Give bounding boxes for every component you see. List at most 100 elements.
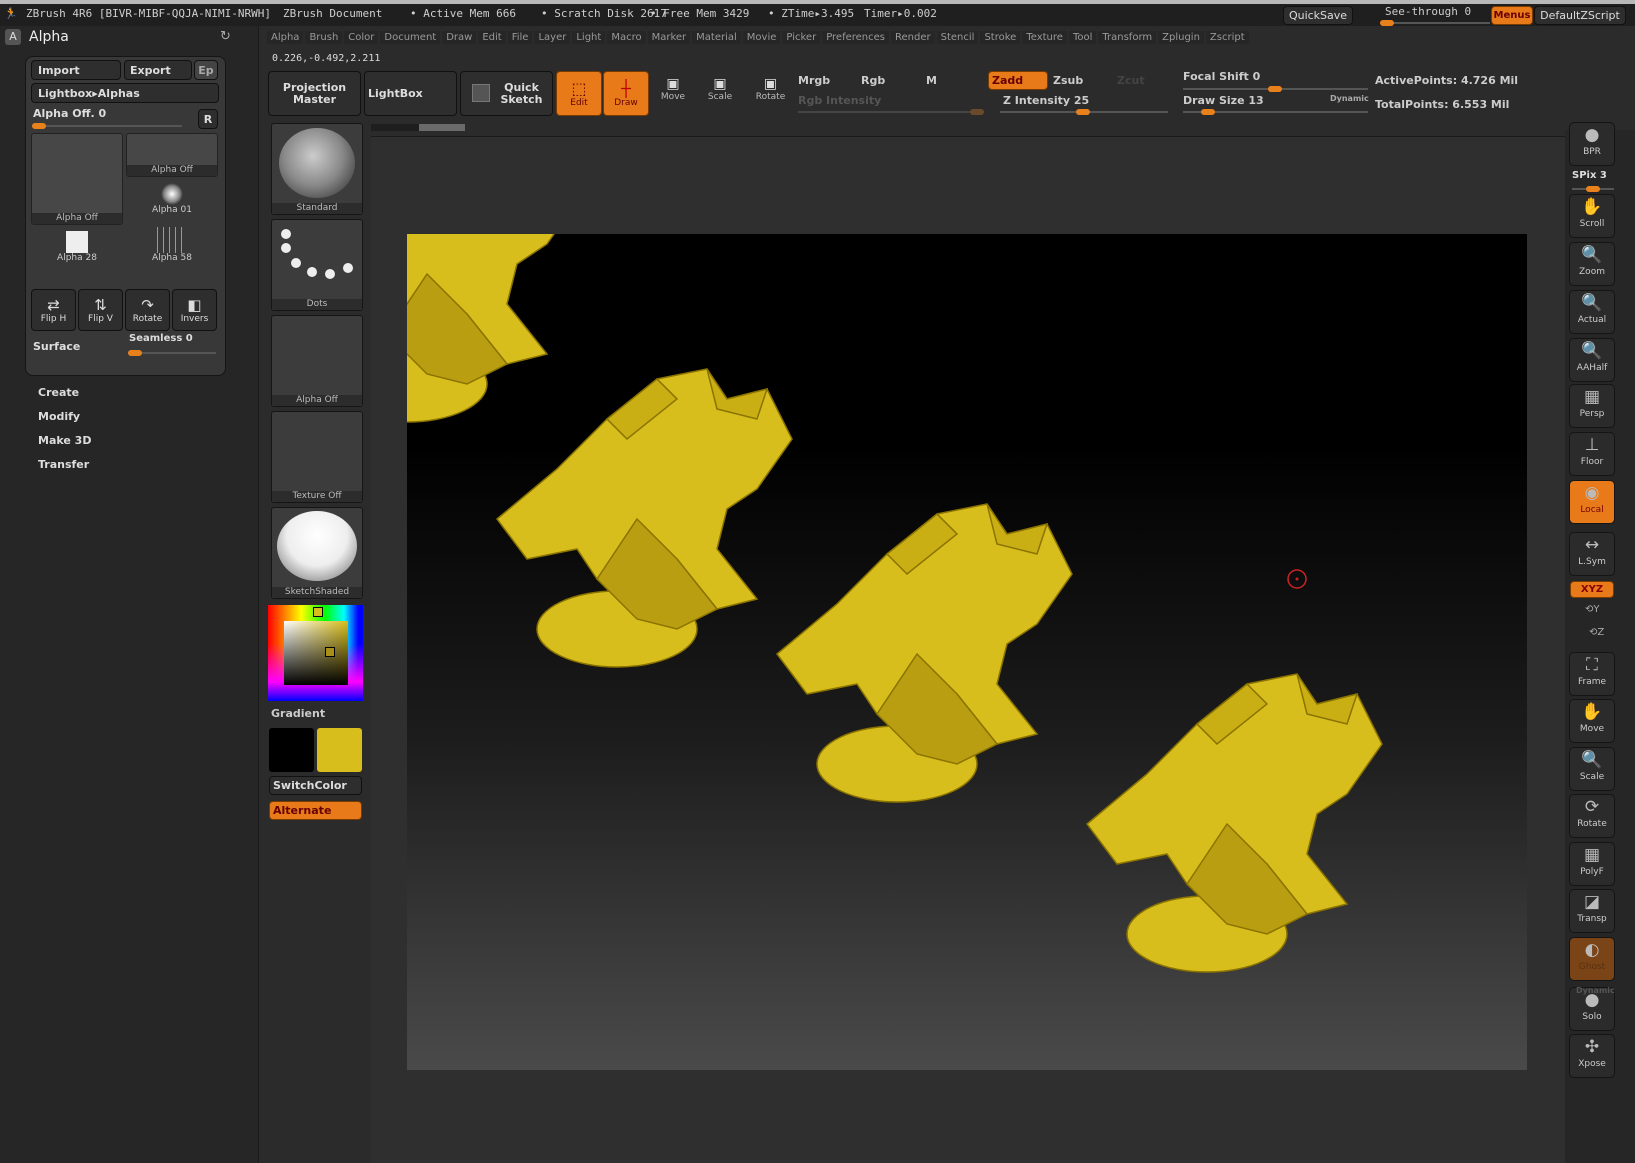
l-sym-button[interactable]: ↔ L.Sym xyxy=(1569,532,1615,576)
alpha-off-slider[interactable] xyxy=(32,123,182,129)
mrgb-button[interactable]: Mrgb xyxy=(798,74,830,87)
invers-button[interactable]: ◧ Invers xyxy=(172,289,217,331)
transp-button[interactable]: ◪ Transp xyxy=(1569,889,1615,933)
alpha-thumb-01[interactable]: Alpha 01 xyxy=(126,179,218,225)
saturation-value-square[interactable] xyxy=(284,621,348,685)
menus-button[interactable]: Menus xyxy=(1491,6,1533,25)
y-rotate-button[interactable]: ⟲Y xyxy=(1585,604,1600,615)
texture-selector[interactable]: Texture Off xyxy=(271,411,363,503)
menu-edit[interactable]: Edit xyxy=(478,31,506,44)
brush-selector[interactable]: Standard xyxy=(271,123,363,215)
dynamic-solo-toggle[interactable]: Dynamic xyxy=(1576,986,1615,995)
alpha-selector[interactable]: Alpha Off xyxy=(271,315,363,407)
material-selector[interactable]: SketchShaded xyxy=(271,507,363,599)
menu-tool[interactable]: Tool xyxy=(1068,31,1097,44)
draw-mode-button[interactable]: ┼ Draw xyxy=(603,71,649,116)
surface-toggle[interactable]: Surface xyxy=(33,340,80,353)
z-intensity-slider[interactable] xyxy=(1000,109,1168,115)
alpha-thumb-current[interactable]: Alpha Off xyxy=(31,133,123,225)
menu-stencil[interactable]: Stencil xyxy=(936,31,979,44)
menu-transform[interactable]: Transform xyxy=(1098,31,1157,44)
menu-color[interactable]: Color xyxy=(344,31,379,44)
menu-render[interactable]: Render xyxy=(891,31,935,44)
menu-zplugin[interactable]: Zplugin xyxy=(1158,31,1204,44)
menu-alpha[interactable]: Alpha xyxy=(267,31,304,44)
menu-picker[interactable]: Picker xyxy=(782,31,821,44)
default-zscript-button[interactable]: DefaultZScript xyxy=(1534,6,1626,25)
zoom-button[interactable]: 🔍 Zoom xyxy=(1569,242,1615,286)
aahalf-button[interactable]: 🔍 AAHalf xyxy=(1569,338,1615,382)
spix-slider[interactable] xyxy=(1572,186,1614,192)
z-rotate-button[interactable]: ⟲Z xyxy=(1589,627,1604,638)
menu-layer[interactable]: Layer xyxy=(534,31,571,44)
document-canvas[interactable] xyxy=(285,123,1527,1070)
xyz-symmetry-button[interactable]: XYZ xyxy=(1570,581,1614,598)
local-button[interactable]: ◉ Local xyxy=(1569,480,1615,524)
menu-preferences[interactable]: Preferences xyxy=(822,31,890,44)
alpha-thumb-58[interactable]: Alpha 58 xyxy=(126,227,218,273)
see-through-slider[interactable] xyxy=(1380,20,1490,26)
export-ep-button[interactable]: Ep xyxy=(194,60,218,80)
rotate-button[interactable]: ↷ Rotate xyxy=(125,289,170,331)
menu-macro[interactable]: Macro xyxy=(607,31,646,44)
alternate-button[interactable]: Alternate xyxy=(269,801,362,820)
scale-button[interactable]: 🔍 Scale xyxy=(1569,747,1615,791)
quicksave-button[interactable]: QuickSave xyxy=(1283,6,1353,25)
subpalette-create[interactable]: Create xyxy=(38,386,79,399)
menu-zscript[interactable]: Zscript xyxy=(1205,31,1249,44)
menu-light[interactable]: Light xyxy=(572,31,606,44)
persp-button[interactable]: ▦ Persp xyxy=(1569,384,1615,428)
menu-file[interactable]: File xyxy=(507,31,533,44)
alpha-thumb-28[interactable]: Alpha 28 xyxy=(31,227,123,273)
rgb-intensity-slider[interactable] xyxy=(798,109,984,115)
palette-icon[interactable]: A xyxy=(5,29,21,45)
reset-button[interactable]: R xyxy=(198,109,218,129)
bpr-button[interactable]: ● BPR xyxy=(1569,122,1615,166)
xpose-button[interactable]: ✣ Xpose xyxy=(1569,1034,1615,1078)
flip-h-button[interactable]: ⇄ Flip H xyxy=(31,289,76,331)
flip-v-button[interactable]: ⇅ Flip V xyxy=(78,289,123,331)
menu-material[interactable]: Material xyxy=(692,31,741,44)
menu-brush[interactable]: Brush xyxy=(305,31,343,44)
rotate-mode-button[interactable]: ▣ Rotate xyxy=(748,76,793,102)
projection-master-button[interactable]: Projection Master xyxy=(268,71,361,116)
menu-texture[interactable]: Texture xyxy=(1022,31,1067,44)
stroke-selector[interactable]: Dots xyxy=(271,219,363,311)
rgb-button[interactable]: Rgb xyxy=(861,74,885,87)
floor-button[interactable]: ⊥ Floor xyxy=(1569,432,1615,476)
lightbox-alphas-button[interactable]: Lightbox▸Alphas xyxy=(31,83,219,103)
zcut-button[interactable]: Zcut xyxy=(1117,74,1145,87)
hue-marker[interactable] xyxy=(313,607,323,617)
edit-mode-button[interactable]: ⬚ Edit xyxy=(556,71,602,116)
main-color-swatch[interactable] xyxy=(317,728,362,772)
ghost-button[interactable]: ◐ Ghost xyxy=(1569,937,1615,981)
m-button[interactable]: M xyxy=(926,74,937,87)
secondary-color-swatch[interactable] xyxy=(269,728,314,772)
scale-mode-button[interactable]: ▣ Scale xyxy=(699,76,741,102)
menu-movie[interactable]: Movie xyxy=(742,31,781,44)
menu-stroke[interactable]: Stroke xyxy=(980,31,1021,44)
draw-size-slider[interactable] xyxy=(1183,109,1368,115)
frame-button[interactable]: ⛶ Frame xyxy=(1569,652,1615,696)
color-marker[interactable] xyxy=(325,647,335,657)
subpalette-modify[interactable]: Modify xyxy=(38,410,80,423)
rotate-button[interactable]: ⟳ Rotate xyxy=(1569,794,1615,838)
import-button[interactable]: Import xyxy=(31,60,121,80)
subpalette-make-3d[interactable]: Make 3D xyxy=(38,434,91,447)
alpha-thumb-off[interactable]: Alpha Off xyxy=(126,133,218,177)
move-mode-button[interactable]: ▣ Move xyxy=(652,76,694,102)
scroll-button[interactable]: ✋ Scroll xyxy=(1569,194,1615,238)
export-button[interactable]: Export xyxy=(124,60,192,80)
menu-marker[interactable]: Marker xyxy=(647,31,691,44)
menu-document[interactable]: Document xyxy=(380,31,441,44)
seamless-slider[interactable] xyxy=(128,350,216,356)
lightbox-button[interactable]: LightBox xyxy=(364,71,457,116)
zadd-button[interactable]: Zadd xyxy=(988,71,1048,90)
color-picker[interactable] xyxy=(268,605,363,701)
move-button[interactable]: ✋ Move xyxy=(1569,699,1615,743)
polyf-button[interactable]: ▦ PolyF xyxy=(1569,842,1615,886)
actual-button[interactable]: 🔍 Actual xyxy=(1569,290,1615,334)
subpalette-transfer[interactable]: Transfer xyxy=(38,458,89,471)
dynamic-draw-size-toggle[interactable]: Dynamic xyxy=(1330,94,1369,103)
gradient-toggle[interactable]: Gradient xyxy=(271,707,325,720)
